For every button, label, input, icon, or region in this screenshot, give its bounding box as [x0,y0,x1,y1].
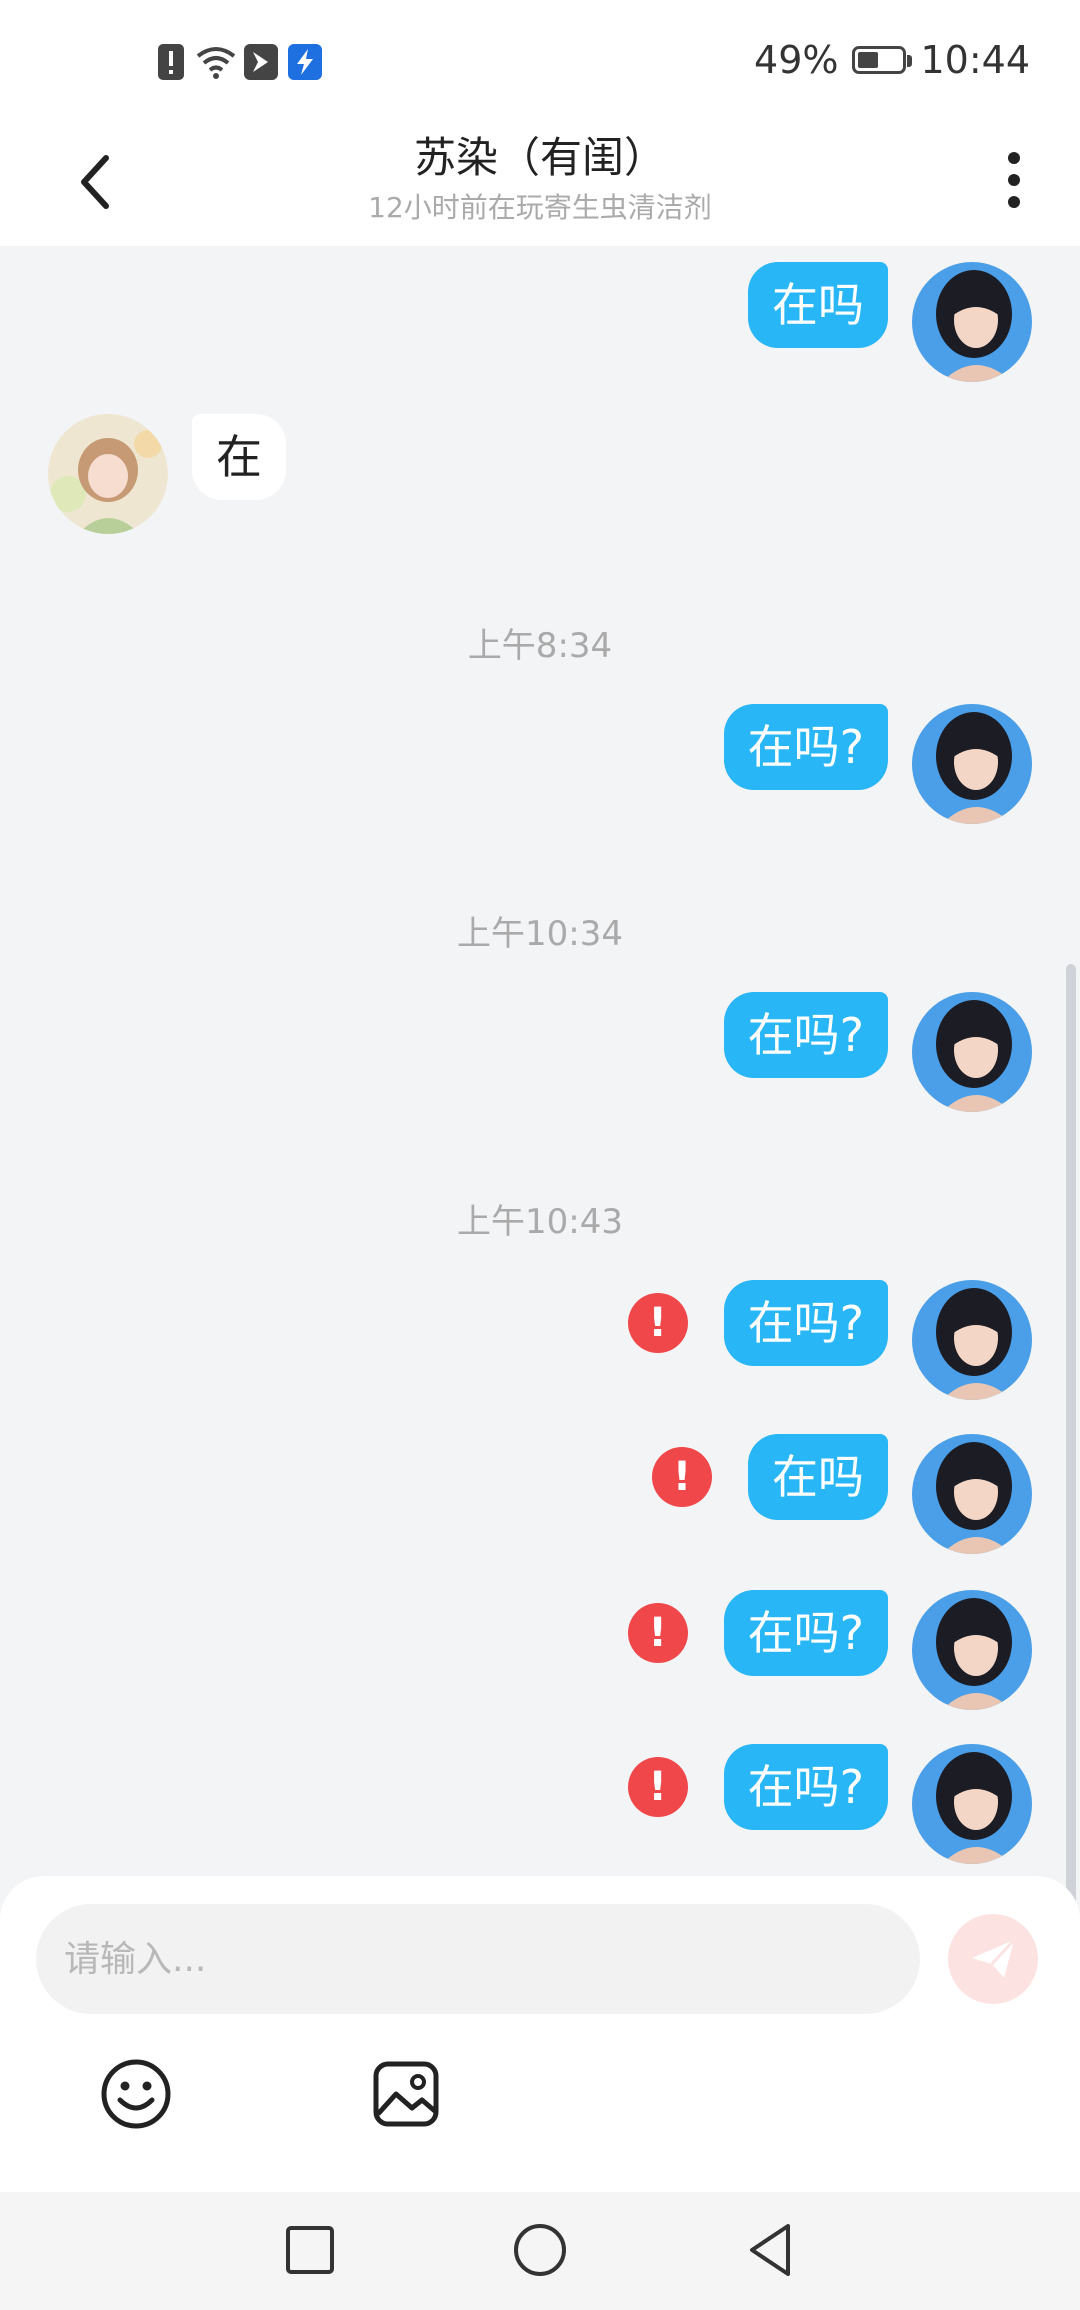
send-failed-icon[interactable]: ! [627,1603,688,1663]
message-bubble[interactable]: 在吗? [723,1280,888,1366]
message-input-container[interactable] [36,1904,920,2014]
more-dot-icon [1008,196,1020,208]
my-avatar[interactable] [912,262,1032,382]
message-bubble[interactable]: 在吗 [748,262,888,348]
chat-header: 苏染（有闺） 12小时前在玩寄生虫清洁剂 [0,120,1080,246]
image-icon[interactable] [366,2054,446,2134]
message-bubble[interactable]: 在吗? [723,704,888,790]
my-avatar[interactable] [912,1590,1032,1710]
more-dot-icon [1008,174,1020,186]
recents-icon[interactable] [280,2220,340,2280]
message-bubble[interactable]: 在吗 [748,1434,888,1520]
message-list[interactable]: 在吗 在 上午8:34 在吗? 上午10:34 在吗? 上午10:43 ! 在吗… [0,246,1080,2024]
alert-notification-icon [158,44,184,80]
message-outgoing: 在吗? [723,704,1032,824]
message-outgoing-failed: ! 在吗? [627,1590,1032,1710]
message-incoming: 在 [48,414,286,534]
battery-icon [852,46,913,74]
message-outgoing-failed: ! 在吗 [652,1434,1032,1554]
message-outgoing: 在吗 [748,262,1032,382]
send-icon [972,1938,1016,1978]
contact-status: 12小时前在玩寄生虫清洁剂 [368,191,712,224]
status-bar: 49% 10:44 [0,0,1080,120]
clock: 10:44 [920,38,1030,82]
emoji-icon[interactable] [96,2054,176,2134]
my-avatar[interactable] [912,992,1032,1112]
message-bubble[interactable]: 在吗? [723,1590,888,1676]
message-input[interactable] [36,1904,920,2014]
my-avatar[interactable] [912,704,1032,824]
status-right: 49% 10:44 [754,38,1030,82]
my-avatar[interactable] [912,1744,1032,1864]
battery-fill [858,52,879,68]
send-failed-icon[interactable]: ! [652,1447,712,1507]
contact-name: 苏染（有闺） [413,133,666,182]
timestamp: 上午8:34 [467,626,613,666]
send-failed-icon[interactable]: ! [627,1757,688,1817]
boost-app-icon [288,44,322,80]
composer [0,1876,1080,2192]
message-bubble[interactable]: 在吗? [723,1744,888,1830]
contact-avatar[interactable] [48,414,168,534]
more-dot-icon [1008,152,1020,164]
message-outgoing: 在吗? [723,992,1032,1112]
message-bubble[interactable]: 在吗? [723,992,888,1078]
battery-percentage: 49% [754,38,839,82]
send-button[interactable] [948,1914,1038,2004]
message-outgoing-failed: ! 在吗? [627,1280,1032,1400]
home-icon[interactable] [510,2220,570,2280]
my-avatar[interactable] [912,1280,1032,1400]
send-failed-icon[interactable]: ! [627,1293,688,1353]
scrollbar[interactable] [1066,964,1076,2024]
my-avatar[interactable] [912,1434,1032,1554]
system-back-icon[interactable] [740,2220,800,2280]
timestamp: 上午10:43 [457,1202,623,1242]
timestamp: 上午10:34 [457,914,623,954]
message-outgoing-failed: ! 在吗? [627,1744,1032,1864]
system-navigation-bar [0,2192,1080,2310]
app-notification-icon [244,44,278,80]
more-options-button[interactable] [984,140,1044,220]
wifi-icon [196,47,236,79]
message-bubble[interactable]: 在 [192,414,286,500]
